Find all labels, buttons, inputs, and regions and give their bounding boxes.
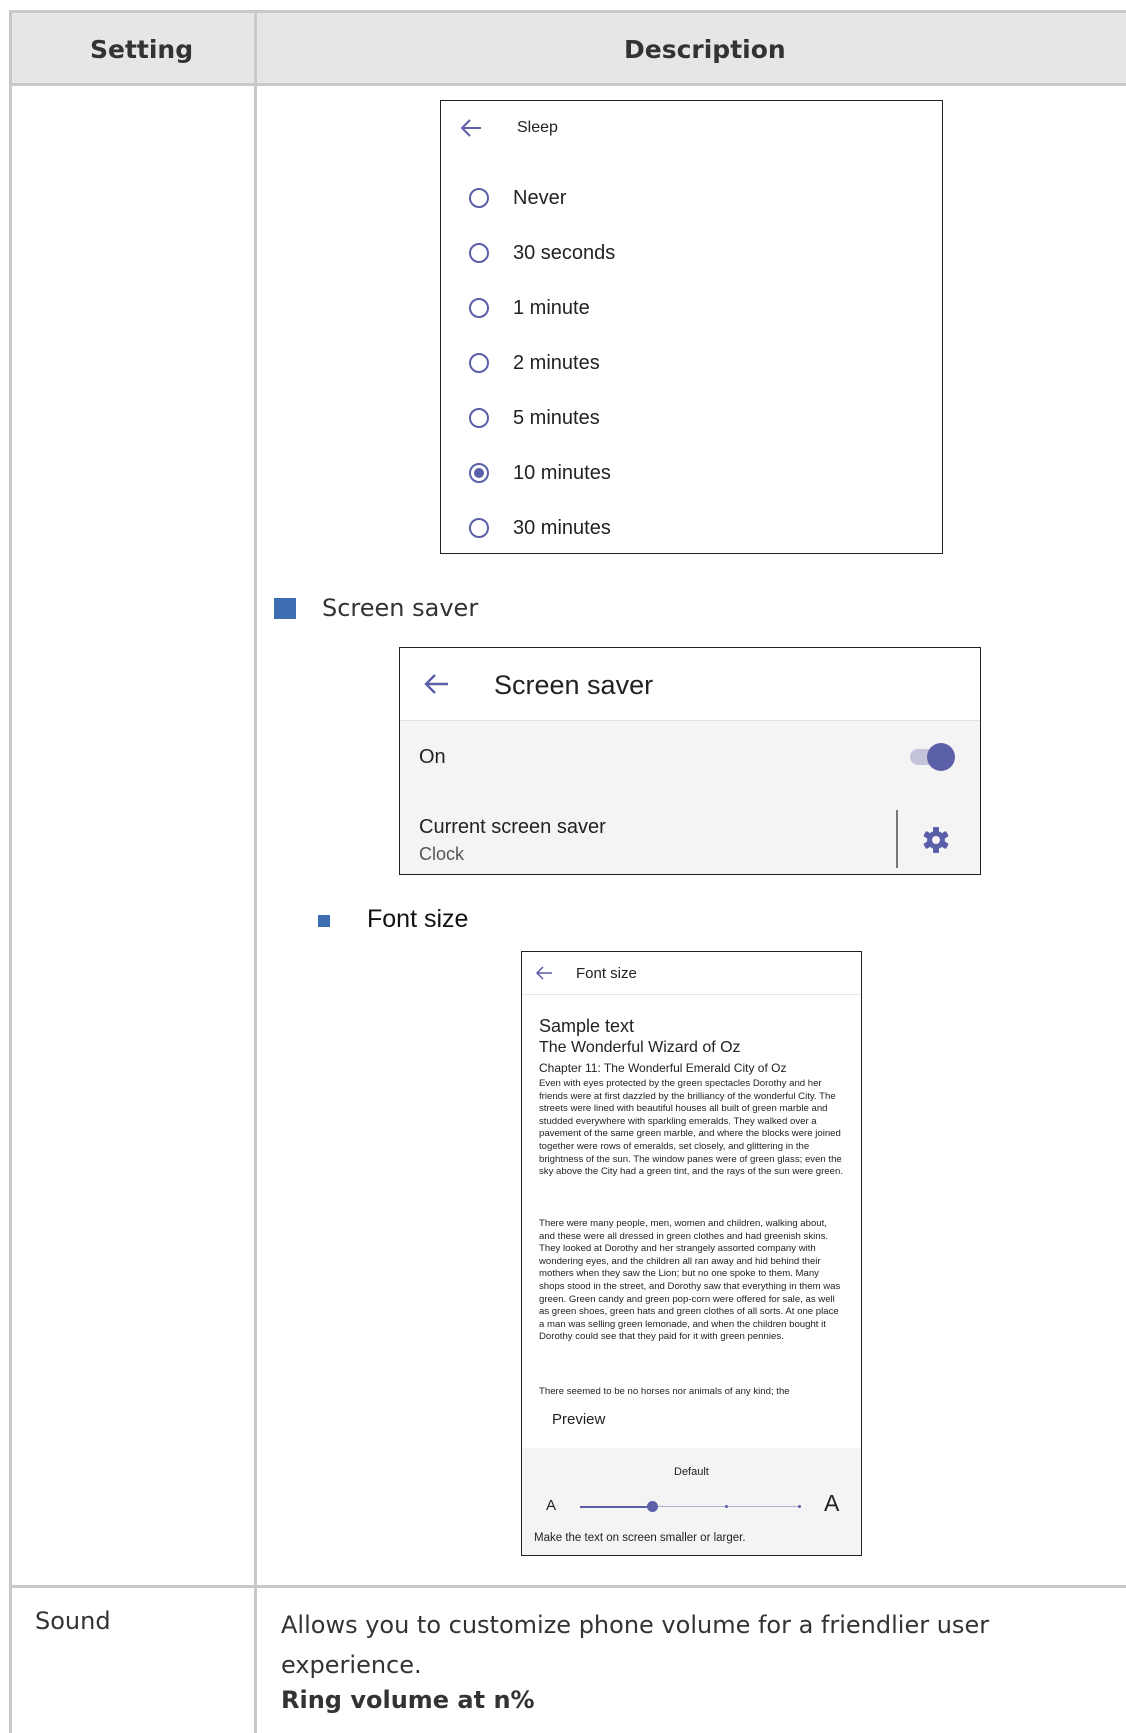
sleep-option[interactable]: 1 minute	[469, 288, 590, 328]
current-screen-saver-value: Clock	[419, 844, 465, 864]
preview-label: Preview	[552, 1411, 606, 1428]
font-size-title: Font size	[576, 965, 637, 982]
small-a-label: A	[546, 1497, 557, 1514]
back-arrow-icon[interactable]	[535, 965, 553, 981]
table-border-left	[9, 10, 12, 1733]
table-row-divider	[9, 1585, 1126, 1588]
slider-thumb[interactable]	[647, 1501, 658, 1512]
sound-description: Allows you to customize phone volume for…	[281, 1611, 990, 1679]
radio-icon	[469, 353, 489, 373]
current-screen-saver-label[interactable]: Current screen saver	[419, 816, 606, 839]
large-a-label: A	[824, 1490, 840, 1516]
radio-icon	[469, 518, 489, 538]
table-border-top	[9, 10, 1126, 13]
sleep-option[interactable]: 2 minutes	[469, 343, 600, 383]
gear-icon[interactable]	[922, 826, 950, 854]
slider-tick	[725, 1505, 728, 1508]
slider-default-label: Default	[674, 1466, 709, 1478]
bullet-square-small-icon	[318, 915, 330, 927]
slider-area: Default A A Make the text on screen smal…	[522, 1448, 861, 1555]
slider-track-filled	[580, 1506, 654, 1508]
back-arrow-icon[interactable]	[422, 671, 450, 697]
ring-volume-heading: Ring volume at n%	[281, 1686, 535, 1714]
font-size-hint: Make the text on screen smaller or large…	[534, 1532, 746, 1544]
sleep-option-selected[interactable]: 10 minutes	[469, 453, 611, 493]
sample-paragraph: There were many people, men, women and c…	[539, 1218, 841, 1343]
screen-saver-panel: Screen saver On Current screen saver Clo…	[399, 647, 981, 875]
screen-saver-bullet-label: Screen saver	[322, 594, 479, 622]
radio-icon	[469, 188, 489, 208]
sleep-title: Sleep	[517, 119, 558, 136]
chapter-title: Chapter 11: The Wonderful Emerald City o…	[539, 1061, 787, 1075]
header-setting: Setting	[90, 35, 194, 64]
sleep-option[interactable]: Never	[469, 178, 566, 218]
sample-paragraph: There seemed to be no horses nor animals…	[539, 1386, 790, 1397]
sleep-option[interactable]: 30 seconds	[469, 233, 615, 273]
sample-paragraph: Even with eyes protected by the green sp…	[539, 1078, 843, 1178]
slider-tick	[798, 1505, 801, 1508]
vertical-divider	[896, 810, 898, 868]
font-size-panel: Font size Sample text The Wonderful Wiza…	[521, 951, 862, 1556]
bullet-square-icon	[274, 598, 296, 619]
header-description: Description	[624, 35, 786, 64]
font-size-bullet-label: Font size	[367, 905, 469, 933]
sleep-panel: Sleep Never 30 seconds 1 minute 2 minute…	[440, 100, 943, 554]
sleep-option[interactable]: 30 minutes	[469, 508, 611, 548]
radio-icon	[469, 243, 489, 263]
screen-saver-title: Screen saver	[494, 670, 654, 700]
sample-text-title: Sample text	[539, 1016, 635, 1036]
on-toggle[interactable]	[910, 742, 956, 772]
screen-saver-header: Screen saver	[400, 648, 980, 721]
radio-icon	[469, 298, 489, 318]
back-arrow-icon[interactable]	[459, 117, 485, 139]
table-header-divider	[9, 83, 1126, 86]
setting-sound: Sound	[35, 1607, 111, 1635]
radio-selected-icon	[469, 463, 489, 483]
sleep-option[interactable]: 5 minutes	[469, 398, 600, 438]
table-column-divider	[254, 10, 257, 1733]
font-size-slider[interactable]	[580, 1498, 804, 1516]
radio-icon	[469, 408, 489, 428]
on-label: On	[419, 746, 446, 768]
font-size-header: Font size	[522, 952, 861, 995]
book-title: The Wonderful Wizard of Oz	[539, 1039, 741, 1056]
toggle-knob	[927, 743, 955, 771]
